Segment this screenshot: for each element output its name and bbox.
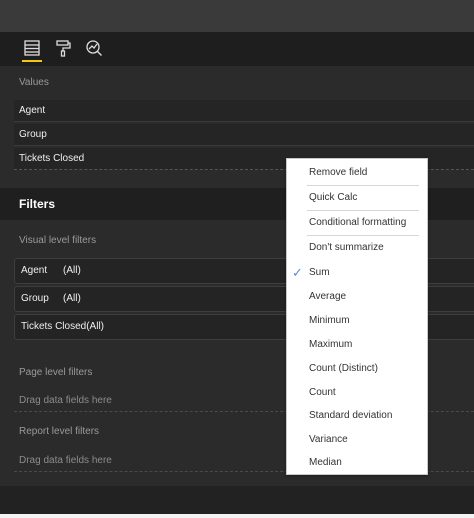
menu-item-count-distinct[interactable]: Count (Distinct) (287, 358, 427, 380)
pane-header (0, 0, 474, 32)
filters-title: Filters (19, 197, 56, 211)
menu-item-variance[interactable]: Variance (287, 429, 427, 451)
menu-item-sum[interactable]: ✓ Sum (287, 262, 427, 284)
values-label: Values (19, 77, 49, 88)
field-name: Agent (19, 105, 46, 116)
menu-item-conditional-formatting[interactable]: Conditional formatting (287, 212, 427, 234)
drop-zone-text: Drag data fields here (19, 455, 112, 466)
menu-item-standard-deviation[interactable]: Standard deviation (287, 405, 427, 427)
menu-item-quick-calc[interactable]: Quick Calc (287, 187, 427, 209)
pane-toolbar (0, 32, 474, 66)
menu-item-maximum[interactable]: Maximum (287, 334, 427, 356)
menu-item-median[interactable]: Median (287, 452, 427, 474)
pane-footer (0, 486, 474, 514)
filter-value: (All) (63, 293, 81, 304)
filter-value: (All) (63, 265, 81, 276)
filter-value: (All) (86, 321, 104, 332)
filter-field: Agent (21, 265, 48, 276)
visual-level-filters-label: Visual level filters (19, 235, 97, 246)
page-level-filters-label: Page level filters (19, 367, 93, 378)
values-field-agent[interactable]: Agent (14, 100, 474, 122)
field-name: Tickets Closed (19, 153, 85, 164)
checkmark-icon: ✓ (292, 265, 303, 280)
menu-item-remove-field[interactable]: Remove field (287, 162, 427, 184)
filter-field: Group (21, 293, 49, 304)
menu-separator (307, 210, 419, 211)
menu-item-dont-summarize[interactable]: Don't summarize (287, 237, 427, 259)
field-context-menu: Remove field Quick Calc Conditional form… (286, 158, 428, 475)
values-field-group[interactable]: Group (14, 124, 474, 146)
paint-roller-icon[interactable] (53, 38, 73, 60)
drop-zone-text: Drag data fields here (19, 395, 112, 406)
menu-item-average[interactable]: Average (287, 286, 427, 308)
menu-separator (307, 185, 419, 186)
menu-separator (307, 235, 419, 236)
menu-item-count[interactable]: Count (287, 382, 427, 404)
analytics-icon[interactable] (84, 38, 104, 60)
menu-item-minimum[interactable]: Minimum (287, 310, 427, 332)
fields-icon[interactable] (22, 38, 42, 62)
report-level-filters-label: Report level filters (19, 426, 100, 437)
field-name: Group (19, 129, 47, 140)
filter-field: Tickets Closed (21, 321, 87, 332)
